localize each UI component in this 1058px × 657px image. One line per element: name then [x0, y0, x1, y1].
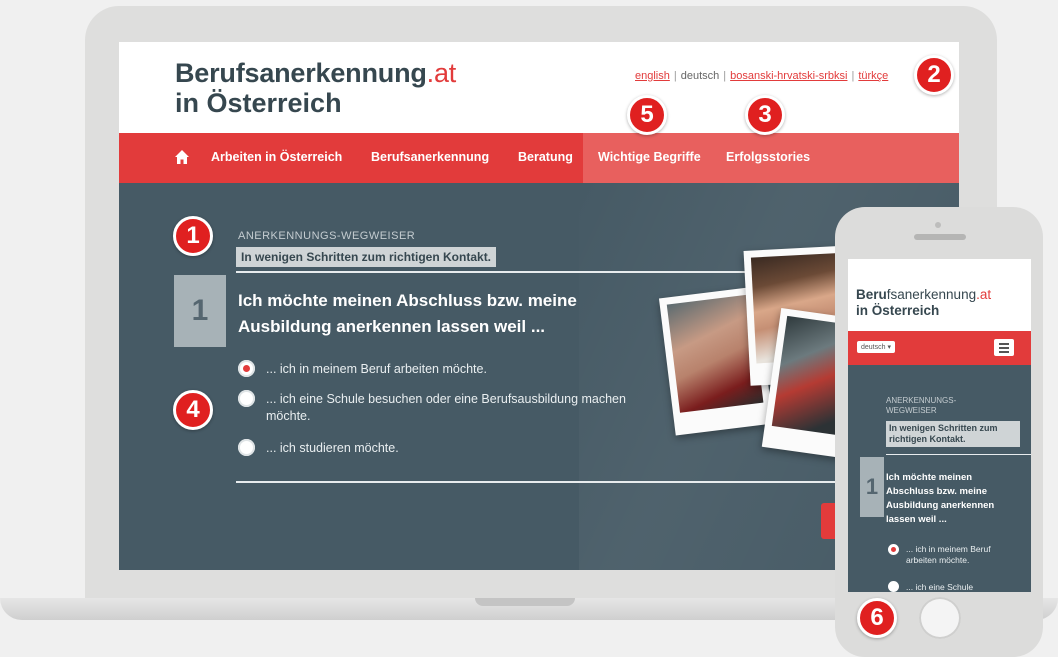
callout-badge-5: 5	[627, 95, 667, 135]
nav-erfolgsstories[interactable]: Erfolgsstories	[726, 150, 810, 164]
wizard-label: ANERKENNUNGS-WEGWEISER	[238, 230, 416, 242]
mobile-option-radio-1[interactable]	[888, 544, 899, 555]
mobile-option-label-2[interactable]: ... ich eine Schule	[906, 582, 1018, 592]
option-radio-2[interactable]	[238, 390, 255, 407]
logo-name: Berufsanerkennung	[175, 58, 427, 88]
phone-home-button	[919, 597, 961, 639]
callout-badge-1: 1	[173, 216, 213, 256]
lang-deutsch[interactable]: deutsch	[681, 70, 720, 82]
phone-camera	[935, 222, 941, 228]
mobile-wizard-tagline: In wenigen Schritten zum richtigen Konta…	[886, 421, 1020, 447]
mobile-option-label-1[interactable]: ... ich in meinem Beruf arbeiten möchte.	[906, 544, 1018, 566]
option-label-3[interactable]: ... ich studieren möchte.	[266, 440, 596, 457]
mobile-logo-subtitle: in Österreich	[856, 303, 940, 318]
laptop-screen: Berufsanerkennung.at in Österreich engli…	[119, 42, 959, 570]
nav-arbeiten[interactable]: Arbeiten in Österreich	[211, 150, 342, 164]
option-label-1[interactable]: ... ich in meinem Beruf arbeiten möchte.	[266, 361, 596, 378]
nav-wichtige-begriffe[interactable]: Wichtige Begriffe	[598, 150, 701, 164]
mobile-logo-rest: fsanerkennung	[886, 287, 977, 302]
mobile-logo[interactable]: Berufsanerkennung.at	[856, 287, 991, 302]
logo-subtitle: in Österreich	[175, 88, 342, 118]
logo-tld: .at	[426, 58, 457, 88]
lang-english[interactable]: english	[635, 70, 670, 82]
option-radio-1[interactable]	[238, 360, 255, 377]
callout-badge-6: 6	[857, 598, 897, 638]
phone-speaker	[914, 234, 966, 240]
callout-badge-4: 4	[173, 390, 213, 430]
callout-badge-2: 2	[914, 55, 954, 95]
nav-beratung[interactable]: Beratung	[518, 150, 573, 164]
hamburger-menu-icon[interactable]	[994, 339, 1014, 356]
lang-bosnian[interactable]: bosanski-hrvatski-srbksi	[730, 70, 847, 82]
mobile-logo-tld: .at	[976, 287, 992, 302]
step-number: 1	[174, 275, 226, 347]
option-radio-3[interactable]	[238, 439, 255, 456]
mobile-divider	[886, 454, 1031, 455]
mobile-step-number: 1	[860, 457, 884, 517]
laptop-notch	[475, 598, 575, 606]
lang-turkish[interactable]: türkçe	[858, 70, 888, 82]
mobile-logo-bold: Beru	[856, 287, 887, 302]
nav-berufsanerkennung[interactable]: Berufsanerkennung	[371, 150, 489, 164]
mobile-option-radio-2[interactable]	[888, 581, 899, 592]
callout-badge-3: 3	[745, 95, 785, 135]
home-icon[interactable]	[174, 149, 190, 165]
wizard-tagline: In wenigen Schritten zum richtigen Konta…	[236, 247, 497, 267]
option-label-2[interactable]: ... ich eine Schule besuchen oder eine B…	[266, 391, 646, 425]
mobile-wizard-question: Ich möchte meinen Abschluss bzw. meine A…	[886, 472, 995, 525]
site-logo[interactable]: Berufsanerkennung.at	[175, 58, 456, 89]
divider	[236, 271, 774, 273]
wizard-question: Ich möchte meinen Abschluss bzw. meine A…	[238, 291, 577, 336]
mobile-language-select[interactable]: deutsch ▾	[857, 341, 895, 353]
mobile-wizard-label: ANERKENNUNGS-WEGWEISER	[886, 396, 957, 415]
mobile-lang-value: deutsch	[861, 344, 886, 351]
divider-bottom	[236, 481, 836, 483]
phone-screen: Berufsanerkennung.at in Österreich deuts…	[848, 259, 1031, 592]
language-switcher: english | deutsch | bosanski-hrvatski-srbksi…	[635, 70, 889, 82]
